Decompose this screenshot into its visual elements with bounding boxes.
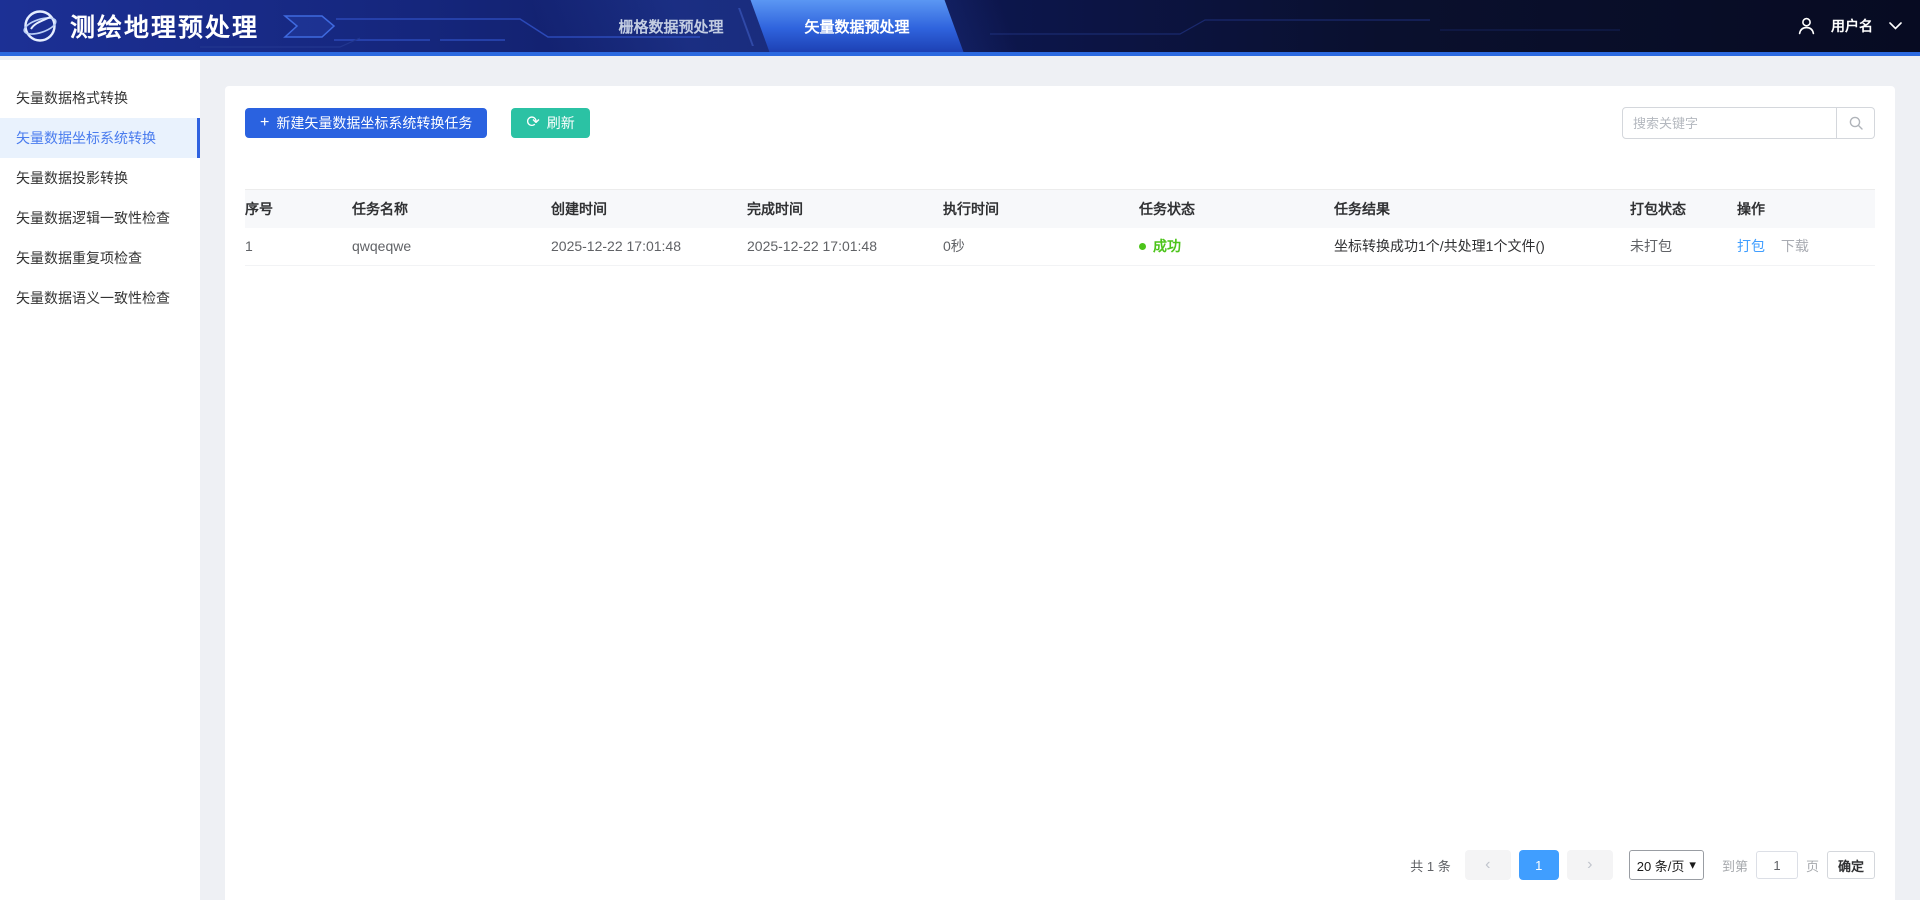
goto-page-suffix: 页 [1805,858,1819,874]
package-link[interactable]: 打包 [1737,238,1765,254]
new-task-button[interactable]: + 新建矢量数据坐标系统转换任务 [245,108,488,138]
sidebar-item-coordinate-system-conversion[interactable]: 矢量数据坐标系统转换 [0,118,200,158]
chevron-left-icon: ‹ [1485,856,1491,873]
cell-duration: 0秒 [943,227,1139,266]
column-header-actions: 操作 [1737,200,1765,217]
app-logo-icon [23,10,57,42]
search-button[interactable] [1837,107,1875,139]
sidebar: 矢量数据格式转换 矢量数据坐标系统转换 矢量数据投影转换 矢量数据逻辑一致性检查… [0,60,200,900]
main-area: + 新建矢量数据坐标系统转换任务 ⟳ 刷新 搜索关键字 序号 任务名称 创建时间… [200,60,1920,900]
search-input[interactable] [1622,107,1837,139]
plus-icon: + [260,114,270,131]
goto-page-input[interactable] [1755,851,1798,879]
tab-raster-preprocessing[interactable]: 栅格数据预处理 [586,0,756,52]
column-header-status: 任务状态 [1139,200,1195,217]
caret-down-icon: ▾ [1689,857,1696,872]
toolbar: + 新建矢量数据坐标系统转换任务 ⟳ 刷新 [245,86,1875,139]
cell-package-status: 未打包 [1630,227,1737,266]
new-task-button-label: 新建矢量数据坐标系统转换任务 [276,115,473,131]
pagination-total: 共 1 条 [1410,858,1451,874]
sidebar-item-logical-consistency-check[interactable]: 矢量数据逻辑一致性检查 [0,198,200,238]
page-size-value: 20 条/页 [1636,858,1685,874]
cell-actions: 打包 下载 [1737,227,1875,266]
table-row: 1 qwqeqwe 2025-12-22 17:01:48 2025-12-22… [245,227,1875,266]
page-title: 测绘地理预处理 [70,14,260,42]
column-header-result: 任务结果 [1334,200,1390,217]
status-badge: 成功 [1153,238,1181,255]
sidebar-item-format-conversion[interactable]: 矢量数据格式转换 [0,78,200,118]
user-menu[interactable]: 用户名 [1798,0,1902,52]
sidebar-item-semantic-consistency-check[interactable]: 矢量数据语义一致性检查 [0,278,200,318]
cell-finished-at: 2025-12-22 17:01:48 [747,227,943,266]
previous-page-button[interactable]: ‹ [1464,850,1511,880]
task-table: 序号 任务名称 创建时间 完成时间 执行时间 任务状态 任务结果 打包状态 操作… [245,189,1875,266]
cell-result: 坐标转换成功1个/共处理1个文件() [1334,227,1630,266]
confirm-button[interactable]: 确定 [1826,851,1875,879]
chevron-down-icon [1889,22,1902,30]
column-header-duration: 执行时间 [943,200,999,217]
search-box [1622,107,1875,139]
sidebar-item-duplicate-check[interactable]: 矢量数据重复项检查 [0,238,200,278]
download-link[interactable]: 下载 [1781,238,1809,254]
column-header-package-status: 打包状态 [1630,200,1686,217]
table-header-row: 序号 任务名称 创建时间 完成时间 执行时间 任务状态 任务结果 打包状态 操作 [245,189,1875,228]
refresh-icon: ⟳ [526,114,540,131]
next-page-button[interactable]: › [1566,850,1613,880]
column-header-index: 序号 [245,200,273,217]
cell-task-name: qwqeqwe [352,227,551,266]
toolbar-buttons: + 新建矢量数据坐标系统转换任务 ⟳ 刷新 [245,108,590,138]
page-size-select[interactable]: 20 条/页 ▾ [1628,850,1704,880]
tab-vector-preprocessing[interactable]: 矢量数据预处理 [750,0,964,52]
column-header-finished-at: 完成时间 [747,200,803,217]
pagination: 共 1 条 ‹ 1 › 20 条/页 ▾ 到第 页 确定 [1410,850,1875,880]
content-card: + 新建矢量数据坐标系统转换任务 ⟳ 刷新 搜索关键字 序号 任务名称 创建时间… [225,86,1895,900]
user-name: 用户名 [1831,18,1873,34]
search-icon [1849,116,1863,130]
cell-index: 1 [245,227,352,266]
brand: 测绘地理预处理 [22,0,259,52]
column-header-task-name: 任务名称 [352,200,408,217]
goto-page-prefix: 到第 [1721,858,1748,874]
page-number-button[interactable]: 1 [1518,850,1559,880]
column-header-created-at: 创建时间 [551,200,607,217]
cell-created-at: 2025-12-22 17:01:48 [551,227,747,266]
sidebar-item-projection-conversion[interactable]: 矢量数据投影转换 [0,158,200,198]
success-dot-icon [1139,242,1146,250]
user-icon [1798,17,1815,35]
chevron-right-icon: › [1587,856,1593,873]
refresh-button[interactable]: ⟳ 刷新 [511,108,590,138]
refresh-button-label: 刷新 [546,115,575,131]
cell-status: 成功 [1139,227,1334,266]
app-header: 测绘地理预处理 栅格数据预处理 矢量数据预处理 用户名 [0,0,1920,56]
